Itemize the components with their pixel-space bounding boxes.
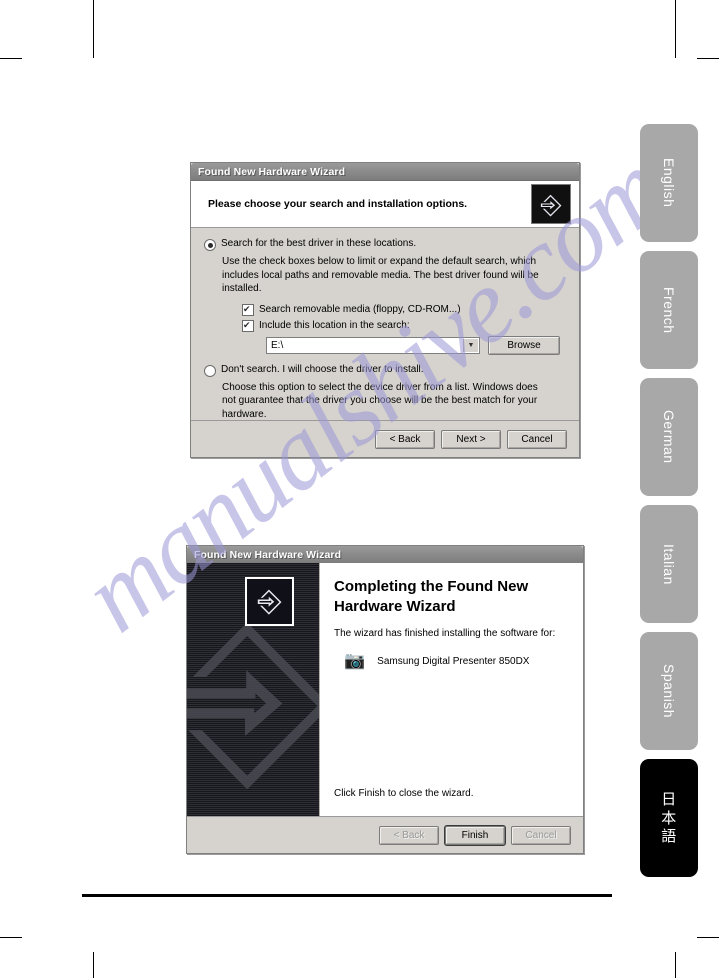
language-tab-0[interactable]: English [640, 124, 698, 242]
radio-search-best-driver[interactable]: Search for the best driver in these loca… [204, 238, 566, 251]
dialog-complete-footer: < Back Finish Cancel [187, 816, 583, 853]
checkbox-search-removable-media-label: Search removable media (floppy, CD-ROM..… [259, 304, 461, 315]
dialog-search-titlebar: Found New Hardware Wizard [191, 163, 579, 181]
location-path-row: E:\ ▼ Browse [266, 335, 566, 355]
crop-mark-bottom-left [93, 952, 94, 978]
checkbox-include-location[interactable]: Include this location in the search: [242, 319, 566, 332]
finish-button[interactable]: Finish [445, 825, 505, 845]
page-title: Completing the Found New Hardware Wizard [334, 577, 571, 616]
radio-button-icon[interactable] [204, 364, 216, 377]
chevron-down-icon[interactable]: ▼ [463, 338, 478, 352]
page-title-line1: Completing the Found New [334, 578, 529, 595]
language-tab-strip: English French German Italian Spanish 日本語 [640, 124, 698, 886]
dialog-search-title: Found New Hardware Wizard [198, 165, 346, 178]
page-title: Please choose your search and installati… [208, 198, 468, 210]
dialog-complete-titlebar: Found New Hardware Wizard [187, 546, 583, 564]
language-tab-2[interactable]: German [640, 378, 698, 496]
next-button[interactable]: Next > [441, 429, 501, 449]
browse-button[interactable]: Browse [488, 335, 560, 355]
dialog-complete-inner: ⎆ ⎆ Completing the Found New Hardware Wi… [187, 563, 583, 817]
checkbox-icon[interactable] [242, 319, 254, 332]
language-tab-active[interactable]: 日本語 [640, 759, 698, 877]
crop-mark-right-top [697, 58, 719, 59]
wizard-subtitle: The wizard has finished installing the s… [334, 628, 556, 639]
wizard-hardware-icon: ⎆ [245, 577, 294, 626]
radio-dont-search-label: Don't search. I will choose the driver t… [221, 363, 424, 375]
cancel-button[interactable]: Cancel [507, 429, 567, 449]
language-tab-3[interactable]: Italian [640, 505, 698, 623]
back-button: < Back [379, 825, 439, 845]
crop-mark-left-bottom [0, 937, 22, 938]
dialog-search-footer: < Back Next > Cancel [191, 420, 579, 457]
location-path-combobox[interactable]: E:\ ▼ [266, 336, 480, 354]
language-tab-label: German [661, 410, 677, 464]
dialog-wizard-complete: Found New Hardware Wizard ⎆ ⎆ Completing… [186, 545, 584, 854]
language-tab-label: French [661, 286, 677, 334]
crop-mark-right-bottom [697, 937, 719, 938]
dialog-search-header: Please choose your search and installati… [191, 181, 579, 228]
dialog-complete-content: Completing the Found New Hardware Wizard… [320, 563, 583, 817]
wizard-side-banner: ⎆ ⎆ [187, 563, 320, 817]
language-tab-label: Italian [661, 543, 677, 585]
crop-mark-top-left [93, 0, 94, 58]
manual-option-description: Choose this option to select the device … [222, 381, 538, 420]
cancel-button: Cancel [511, 825, 571, 845]
language-tab-4[interactable]: Spanish [640, 632, 698, 750]
closing-instruction: Click Finish to close the wizard. [334, 788, 474, 799]
installed-device-row: 📷 Samsung Digital Presenter 850DX [344, 651, 571, 671]
wizard-hardware-icon: ⎆ [531, 184, 571, 224]
language-tab-label: 日本語 [661, 789, 677, 846]
dialog-complete-title: Found New Hardware Wizard [194, 548, 342, 561]
crop-mark-left-top [0, 58, 22, 59]
search-option-description: Use the check boxes below to limit or ex… [222, 256, 539, 294]
back-button[interactable]: < Back [375, 429, 435, 449]
radio-search-best-driver-label: Search for the best driver in these loca… [221, 238, 417, 249]
language-tab-1[interactable]: French [640, 251, 698, 369]
location-path-value: E:\ [271, 339, 284, 351]
banner-background-shape: ⎆ [187, 597, 319, 817]
crop-mark-top-right [675, 0, 676, 58]
camera-icon: 📷 [344, 651, 366, 670]
checkbox-include-location-label: Include this location in the search: [259, 320, 410, 331]
language-tab-label: Spanish [661, 663, 677, 719]
radio-button-icon[interactable] [204, 239, 216, 251]
installed-device-name: Samsung Digital Presenter 850DX [377, 655, 530, 667]
language-tab-label: English [661, 158, 677, 208]
checkbox-search-removable-media[interactable]: Search removable media (floppy, CD-ROM..… [242, 303, 566, 316]
page-title-line2: Hardware Wizard [334, 597, 456, 615]
radio-dont-search[interactable]: Don't search. I will choose the driver t… [204, 364, 566, 377]
checkbox-icon[interactable] [242, 303, 254, 316]
dialog-search-options: Found New Hardware Wizard Please choose … [190, 162, 580, 458]
crop-mark-bottom-right [675, 952, 676, 978]
page-footer-rule [82, 894, 612, 897]
dialog-search-body: Search for the best driver in these loca… [191, 228, 579, 421]
